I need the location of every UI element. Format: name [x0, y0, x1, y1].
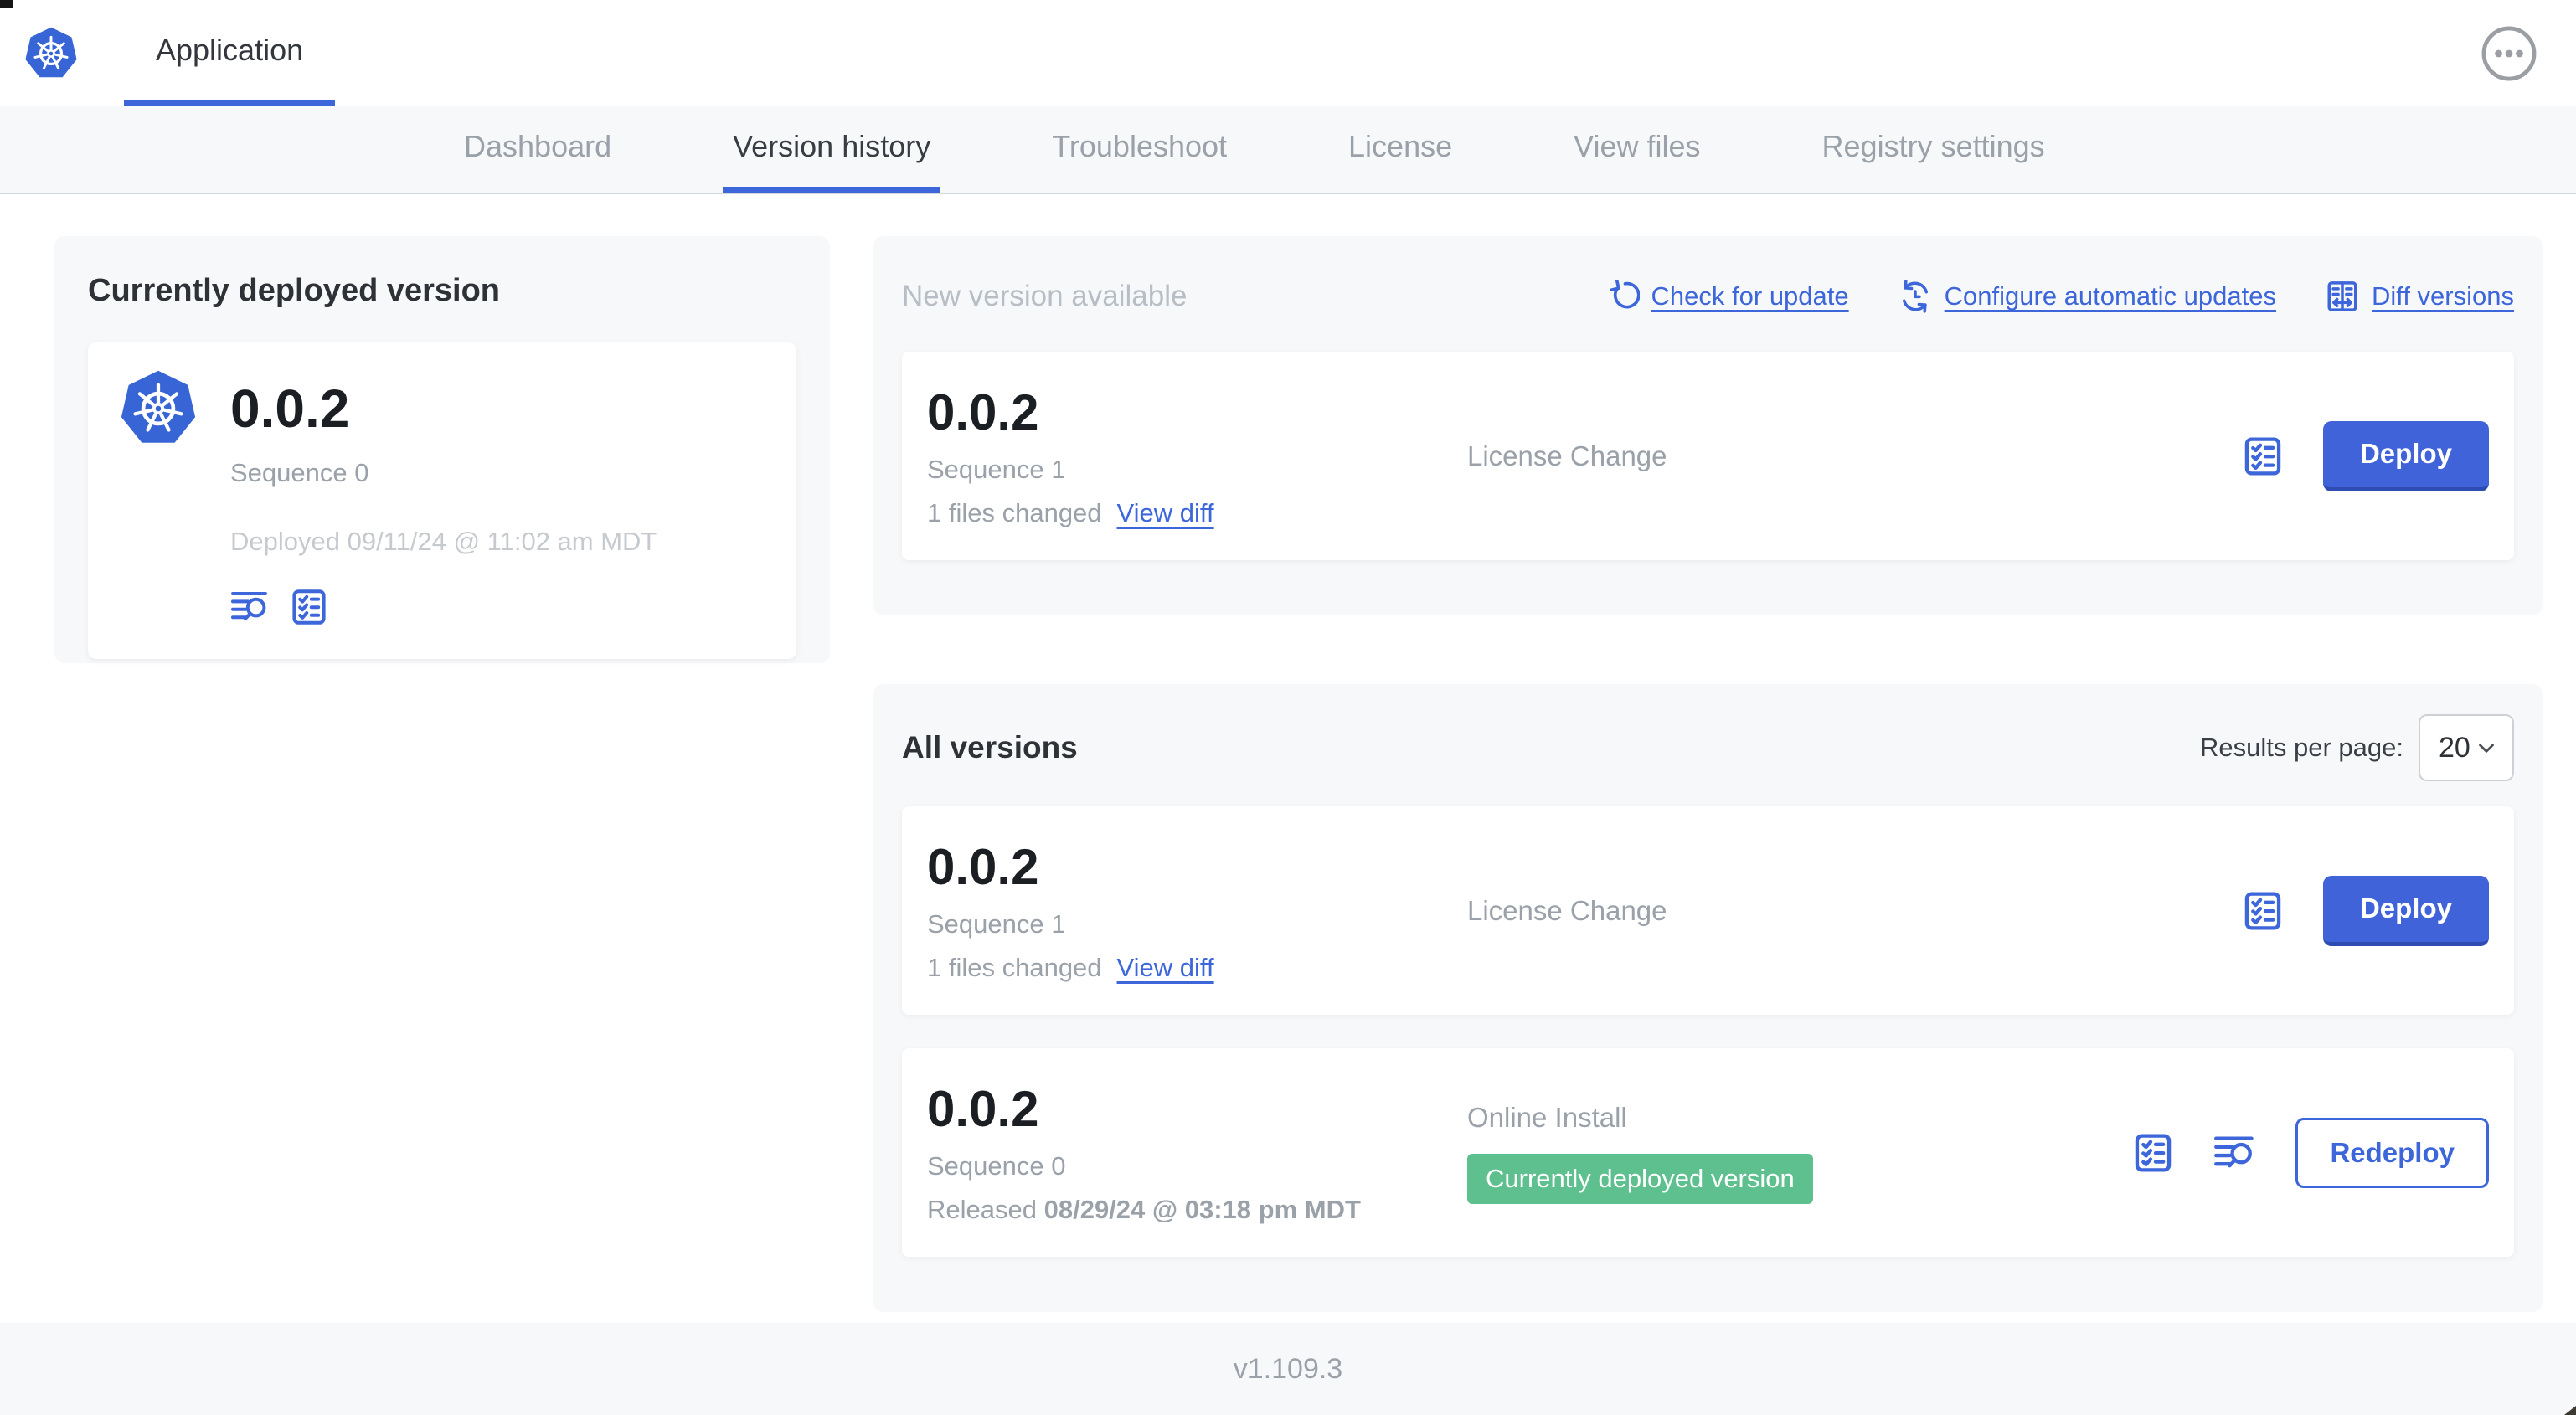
tab-license[interactable]: License [1338, 106, 1462, 193]
configure-automatic-updates-link[interactable]: Configure automatic updates [1898, 279, 2276, 314]
more-options-button[interactable] [2481, 25, 2537, 82]
version-row: 0.0.2 Sequence 0 Released 08/29/24 @ 03:… [902, 1048, 2514, 1257]
deploy-logs-icon[interactable] [230, 587, 270, 627]
section-nav: Dashboard Version history Troubleshoot L… [0, 106, 2576, 194]
ellipsis-icon [2481, 26, 2537, 80]
deployed-timestamp: Deployed 09/11/24 @ 11:02 am MDT [230, 527, 657, 556]
kubernetes-logo [23, 25, 79, 82]
diff-versions-link[interactable]: Diff versions [2325, 279, 2514, 314]
chevron-down-icon [2474, 735, 2499, 760]
version-sequence: Sequence 0 [927, 1151, 1066, 1181]
check-for-update-link[interactable]: Check for update [1605, 279, 1849, 314]
version-sequence: Sequence 1 [927, 455, 1066, 484]
diff-icon [2325, 279, 2360, 314]
new-version-title: New version available [902, 280, 1188, 312]
app-tab-label: Application [156, 33, 304, 67]
version-row: 0.0.2 Sequence 1 1 files changed View di… [902, 806, 2514, 1015]
version-number: 0.0.2 [927, 839, 1039, 895]
redeploy-button[interactable]: Redeploy [2295, 1117, 2489, 1188]
results-per-page-value: 20 [2439, 731, 2470, 764]
currently-deployed-title: Currently deployed version [88, 273, 501, 308]
files-changed: 1 files changed [927, 953, 1102, 982]
all-versions-title: All versions [902, 730, 1078, 764]
kubernetes-logo [118, 368, 198, 450]
console-version: v1.109.3 [1233, 1352, 1343, 1385]
right-column: New version available Check for update C… [873, 236, 2543, 1312]
new-version-card: 0.0.2 Sequence 1 1 files changed View di… [902, 352, 2514, 560]
deployed-version-number: 0.0.2 [230, 378, 350, 439]
view-diff-link[interactable]: View diff [1117, 953, 1214, 983]
diff-versions-label: Diff versions [2372, 281, 2514, 311]
deployed-version-card: 0.0.2 Sequence 0 Deployed 09/11/24 @ 11:… [88, 342, 796, 659]
new-version-panel: New version available Check for update C… [873, 236, 2543, 615]
preflight-checks-icon[interactable] [2131, 1131, 2175, 1175]
app-tab[interactable]: Application [124, 0, 336, 106]
version-number: 0.0.2 [927, 384, 1039, 440]
preflight-checks-icon[interactable] [2241, 889, 2285, 933]
install-type: Online Install [1467, 1101, 1627, 1133]
preflight-checks-icon[interactable] [2241, 435, 2285, 478]
app-footer: v1.109.3 [0, 1323, 2576, 1415]
app-header: Application [0, 0, 2576, 106]
view-diff-link[interactable]: View diff [1117, 498, 1214, 528]
change-type: License Change [1467, 440, 1667, 471]
tab-registry-settings[interactable]: Registry settings [1812, 106, 2055, 193]
tab-troubleshoot[interactable]: Troubleshoot [1042, 106, 1237, 193]
tab-version-history[interactable]: Version history [723, 106, 941, 193]
deploy-button[interactable]: Deploy [2322, 875, 2489, 946]
version-sequence: Sequence 1 [927, 909, 1066, 939]
clock-refresh-icon [1898, 279, 1933, 314]
currently-deployed-panel: Currently deployed version 0.0.2 Sequenc… [54, 236, 830, 663]
tab-view-files[interactable]: View files [1564, 106, 1710, 193]
currently-deployed-badge: Currently deployed version [1467, 1153, 1813, 1204]
preflight-checks-icon[interactable] [289, 587, 329, 627]
check-for-update-label: Check for update [1651, 281, 1849, 311]
tab-dashboard[interactable]: Dashboard [454, 106, 621, 193]
main-content: Currently deployed version 0.0.2 Sequenc… [0, 194, 2576, 1323]
released-label: Released [927, 1195, 1037, 1224]
released-date: 08/29/24 @ 03:18 pm MDT [1043, 1195, 1361, 1224]
results-per-page-label: Results per page: [2200, 733, 2403, 762]
deployed-sequence: Sequence 0 [230, 458, 369, 487]
all-versions-panel: All versions Results per page: 20 0.0.2 … [873, 684, 2543, 1312]
cursor-artifact [2564, 1406, 2576, 1415]
screen-corner-artifact [0, 0, 13, 8]
deploy-button[interactable]: Deploy [2322, 420, 2489, 491]
change-type: License Change [1467, 894, 1667, 926]
results-per-page-select[interactable]: 20 [2419, 714, 2514, 781]
deploy-logs-icon[interactable] [2213, 1131, 2257, 1175]
configure-automatic-updates-label: Configure automatic updates [1944, 281, 2276, 311]
refresh-icon [1605, 279, 1640, 314]
files-changed: 1 files changed [927, 498, 1102, 527]
version-number: 0.0.2 [927, 1081, 1039, 1137]
